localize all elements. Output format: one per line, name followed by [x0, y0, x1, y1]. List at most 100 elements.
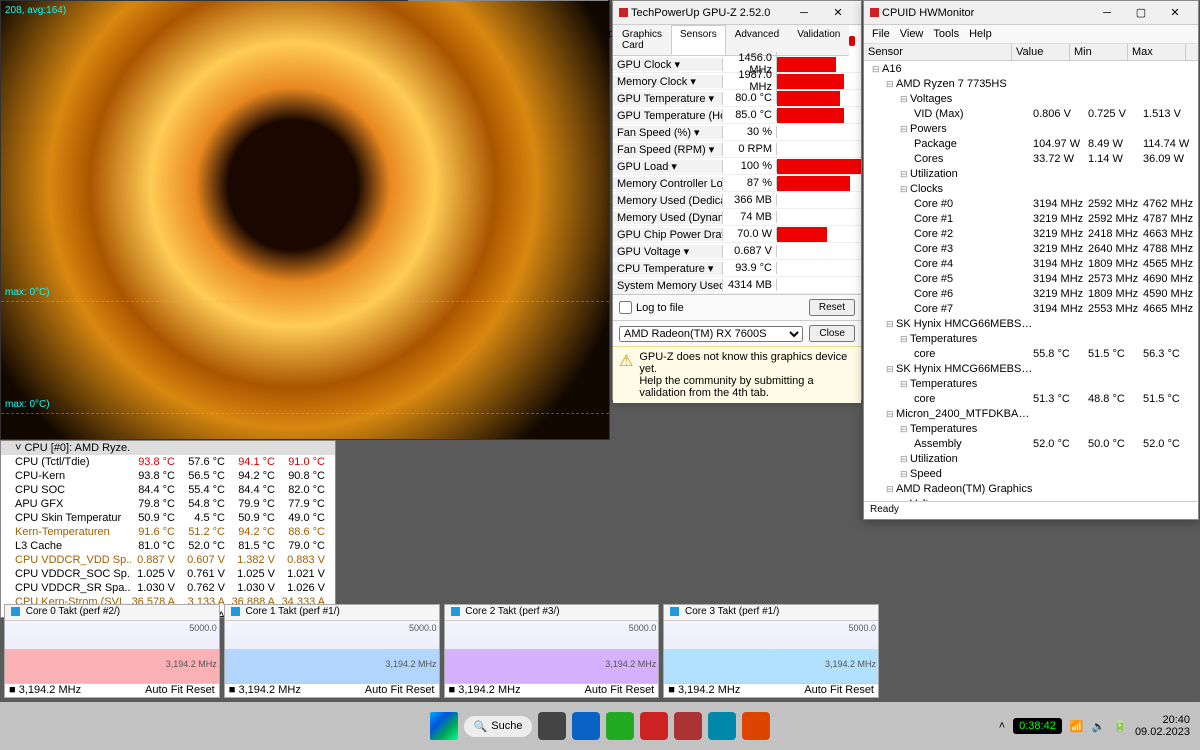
sensor-row[interactable]: Memory Used (Dynamic) ▾74 MB: [613, 209, 861, 226]
hwinfo-row[interactable]: ˅ CPU [#0]: AMD Ryze...: [1, 441, 335, 455]
tray-datetime[interactable]: 20:4009.02.2023: [1135, 714, 1190, 738]
wifi-icon[interactable]: 📶: [1070, 720, 1084, 733]
hwinfo-row[interactable]: CPU (Tctl/Tdie)93.8 °C57.6 °C94.1 °C91.0…: [1, 455, 335, 469]
tree-row[interactable]: ⊟ Micron_2400_MTFDKBA1T0QFM: [864, 406, 1198, 421]
tree-row[interactable]: ⊟ Voltages: [864, 91, 1198, 106]
tree-row[interactable]: Package104.97 W8.49 W114.74 W: [864, 136, 1198, 151]
tree-row[interactable]: Core #43194 MHz1809 MHz4565 MHz: [864, 256, 1198, 271]
volume-icon[interactable]: 🔈: [1092, 720, 1106, 733]
tab-validation[interactable]: Validation: [788, 25, 849, 55]
hwinfo-row[interactable]: CPU Skin Temperatur50.9 °C4.5 °C50.9 °C4…: [1, 511, 335, 525]
menu-item[interactable]: Tools: [933, 28, 959, 40]
battery-icon[interactable]: 🔋: [1113, 720, 1127, 733]
perf-autofit[interactable]: Auto Fit Reset: [145, 684, 215, 697]
tree-row[interactable]: ⊟ SK Hynix HMCG66MEBSA092N: [864, 316, 1198, 331]
explorer-icon[interactable]: [572, 712, 600, 740]
close-button[interactable]: ✕: [821, 2, 855, 24]
gpuz-device-select[interactable]: AMD Radeon(TM) RX 7600S: [619, 326, 803, 342]
start-button[interactable]: [430, 712, 458, 740]
tree-row[interactable]: Core #23219 MHz2418 MHz4663 MHz: [864, 226, 1198, 241]
sensor-row[interactable]: GPU Chip Power Draw ▾70.0 W: [613, 226, 861, 243]
gpuz-log-checkbox[interactable]: Log to file: [619, 301, 684, 314]
hwinfo-row[interactable]: L3 Cache81.0 °C52.0 °C81.5 °C79.0 °C: [1, 539, 335, 553]
perf-autofit[interactable]: Auto Fit Reset: [804, 684, 874, 697]
system-tray[interactable]: ˄ 0:38:42 📶 🔈 🔋 20:4009.02.2023: [999, 714, 1190, 738]
close-button[interactable]: ✕: [1158, 2, 1192, 24]
taskbar[interactable]: 🔍Suche ˄ 0:38:42 📶 🔈 🔋 20:4009.02.2023: [0, 702, 1200, 750]
perf-card[interactable]: Core 0 Takt (perf #2/)5000.03,194.2 MHz■…: [4, 604, 220, 698]
taskview-icon[interactable]: [538, 712, 566, 740]
perf-autofit[interactable]: Auto Fit Reset: [365, 684, 435, 697]
tree-row[interactable]: ⊟ Clocks: [864, 181, 1198, 196]
tree-row[interactable]: ⊟ AMD Radeon(TM) Graphics: [864, 481, 1198, 496]
sensor-row[interactable]: System Memory Used ▾4314 MB: [613, 277, 861, 294]
hwinfo-row[interactable]: CPU VDDCR_SOC Sp...1.025 V0.761 V1.025 V…: [1, 567, 335, 581]
tray-chevron-icon[interactable]: ˄: [999, 720, 1005, 732]
tree-row[interactable]: Core #63219 MHz1809 MHz4590 MHz: [864, 286, 1198, 301]
gpuz-titlebar[interactable]: TechPowerUp GPU-Z 2.52.0 ─ ✕: [613, 1, 861, 25]
tree-row[interactable]: Core #13219 MHz2592 MHz4787 MHz: [864, 211, 1198, 226]
furmark-taskbar-icon[interactable]: [742, 712, 770, 740]
hwinfo-panel[interactable]: ˅ CPU [#0]: AMD Ryze...CPU (Tctl/Tdie)93…: [0, 440, 336, 618]
furmark-window[interactable]: 208, avg:164) max: 0°C) max: 0°C): [0, 0, 610, 440]
tree-row[interactable]: Core #03194 MHz2592 MHz4762 MHz: [864, 196, 1198, 211]
sensor-row[interactable]: Memory Controller Load ▾87 %: [613, 175, 861, 192]
hwmonitor-titlebar[interactable]: CPUID HWMonitor ─ ▢ ✕: [864, 1, 1198, 25]
hwinfo-row[interactable]: CPU SOC84.4 °C55.4 °C84.4 °C82.0 °C: [1, 483, 335, 497]
tab-sensors[interactable]: Sensors: [671, 25, 726, 55]
gpuz-close-button[interactable]: Close: [809, 325, 855, 342]
hwinfo-row[interactable]: APU GFX79.8 °C54.8 °C79.9 °C77.9 °C: [1, 497, 335, 511]
taskbar-search[interactable]: 🔍Suche: [464, 716, 533, 737]
hwinfo-row[interactable]: CPU VDDCR_SR Spa...1.030 V0.762 V1.030 V…: [1, 581, 335, 595]
sensor-row[interactable]: Memory Used (Dedicated) ▾366 MB: [613, 192, 861, 209]
sensor-row[interactable]: Fan Speed (RPM) ▾0 RPM: [613, 141, 861, 158]
hwinfo-taskbar-icon[interactable]: [708, 712, 736, 740]
tree-row[interactable]: ⊟ Temperatures: [864, 331, 1198, 346]
tree-row[interactable]: ⊟ A16: [864, 61, 1198, 76]
tree-row[interactable]: ⊟ Powers: [864, 121, 1198, 136]
tab-advanced[interactable]: Advanced: [726, 25, 788, 55]
tree-row[interactable]: ⊟ Speed: [864, 466, 1198, 481]
tree-row[interactable]: Core #53194 MHz2573 MHz4690 MHz: [864, 271, 1198, 286]
tree-row[interactable]: Core #33219 MHz2640 MHz4788 MHz: [864, 241, 1198, 256]
sensor-row[interactable]: CPU Temperature ▾93.9 °C: [613, 260, 861, 277]
sensor-row[interactable]: GPU Load ▾100 %: [613, 158, 861, 175]
minimize-button[interactable]: ─: [787, 2, 821, 24]
minimize-button[interactable]: ─: [1090, 2, 1124, 24]
perf-card[interactable]: Core 1 Takt (perf #1/)5000.03,194.2 MHz■…: [224, 604, 440, 698]
menu-item[interactable]: Help: [969, 28, 992, 40]
maximize-button[interactable]: ▢: [1124, 2, 1158, 24]
tree-row[interactable]: ⊟ Temperatures: [864, 376, 1198, 391]
menu-item[interactable]: View: [900, 28, 924, 40]
sensor-row[interactable]: Fan Speed (%) ▾30 %: [613, 124, 861, 141]
sensor-row[interactable]: Memory Clock ▾1987.0 MHz: [613, 73, 861, 90]
sensor-row[interactable]: GPU Temperature ▾80.0 °C: [613, 90, 861, 107]
perf-card[interactable]: Core 2 Takt (perf #3/)5000.03,194.2 MHz■…: [444, 604, 660, 698]
gpuz-taskbar-icon[interactable]: [640, 712, 668, 740]
sensor-row[interactable]: GPU Voltage ▾0.687 V: [613, 243, 861, 260]
tree-row[interactable]: ⊟ SK Hynix HMCG66MEBSA092N: [864, 361, 1198, 376]
tree-row[interactable]: core55.8 °C51.5 °C56.3 °C: [864, 346, 1198, 361]
tree-row[interactable]: Assembly52.0 °C50.0 °C52.0 °C: [864, 436, 1198, 451]
tree-row[interactable]: ⊟ Temperatures: [864, 421, 1198, 436]
tree-row[interactable]: ⊟ AMD Ryzen 7 7735HS: [864, 76, 1198, 91]
hwinfo-row[interactable]: CPU-Kern93.8 °C56.5 °C94.2 °C90.8 °C: [1, 469, 335, 483]
menu-item[interactable]: File: [872, 28, 890, 40]
tree-row[interactable]: Cores33.72 W1.14 W36.09 W: [864, 151, 1198, 166]
hwmonitor-taskbar-icon[interactable]: [674, 712, 702, 740]
hwmonitor-window[interactable]: CPUID HWMonitor ─ ▢ ✕ FileViewToolsHelp …: [863, 0, 1199, 520]
hwinfo-row[interactable]: CPU VDDCR_VDD Sp...0.887 V0.607 V1.382 V…: [1, 553, 335, 567]
tab-graphics-card[interactable]: Graphics Card: [613, 25, 671, 55]
perf-autofit[interactable]: Auto Fit Reset: [585, 684, 655, 697]
sensor-row[interactable]: GPU Temperature (Hot Spot) ▾85.0 °C: [613, 107, 861, 124]
perf-card[interactable]: Core 3 Takt (perf #1/)5000.03,194.2 MHz■…: [663, 604, 879, 698]
gpuz-window[interactable]: TechPowerUp GPU-Z 2.52.0 ─ ✕ Graphics Ca…: [612, 0, 862, 400]
tree-row[interactable]: ⊟ Utilization: [864, 166, 1198, 181]
tree-row[interactable]: Core #73194 MHz2553 MHz4665 MHz: [864, 301, 1198, 316]
hwinfo-row[interactable]: Kern-Temperaturen91.6 °C51.2 °C94.2 °C88…: [1, 525, 335, 539]
tree-row[interactable]: ⊟ Utilization: [864, 451, 1198, 466]
hwmonitor-tree[interactable]: ⊟ A16⊟ AMD Ryzen 7 7735HS⊟ VoltagesVID (…: [864, 61, 1198, 501]
tree-row[interactable]: VID (Max)0.806 V0.725 V1.513 V: [864, 106, 1198, 121]
tree-row[interactable]: core51.3 °C48.8 °C51.5 °C: [864, 391, 1198, 406]
prime95-taskbar-icon[interactable]: [606, 712, 634, 740]
